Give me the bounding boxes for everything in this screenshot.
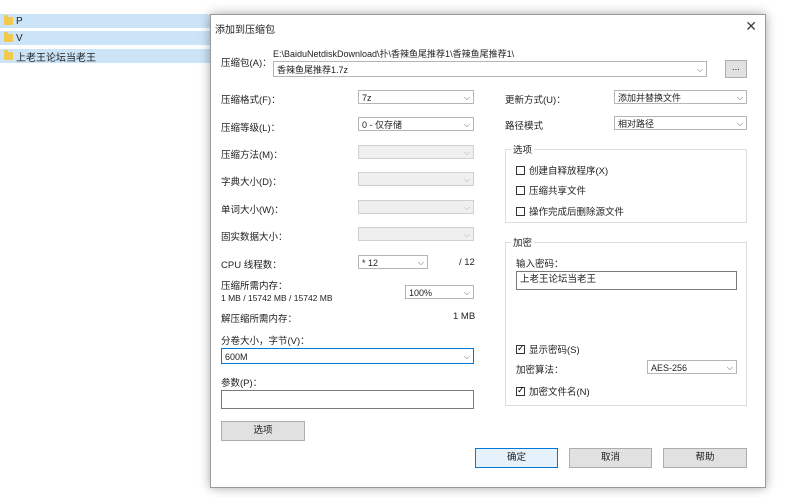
- method-select[interactable]: ⌵: [358, 145, 474, 159]
- encrypt-names-checkbox[interactable]: 加密文件名(N): [516, 384, 590, 398]
- delete-after-label: 操作完成后删除源文件: [529, 207, 625, 218]
- list-item-name: 上老王论坛当老王: [16, 52, 96, 64]
- chevron-down-icon: ⌵: [736, 93, 743, 102]
- mem-decomp-value: 1 MB: [453, 311, 476, 322]
- split-size-combo[interactable]: 600M ⌵: [221, 348, 474, 364]
- chevron-down-icon: ⌵: [463, 203, 470, 212]
- update-select[interactable]: 添加并替换文件 ⌵: [614, 90, 747, 104]
- close-icon[interactable]: ✕: [745, 18, 757, 35]
- folder-icon: [4, 50, 13, 60]
- archive-label: 压缩包(A)：: [221, 58, 272, 69]
- cpu-select[interactable]: * 12 ⌵: [358, 255, 428, 269]
- chevron-down-icon: ⌵: [696, 65, 703, 74]
- chevron-down-icon: ⌵: [463, 352, 470, 361]
- update-label: 更新方式(U)：: [505, 95, 566, 106]
- password-label: 输入密码：: [516, 259, 564, 270]
- checkbox-box: [516, 185, 525, 195]
- cancel-button[interactable]: 取消: [569, 448, 652, 468]
- shared-checkbox[interactable]: 压缩共享文件: [516, 183, 586, 197]
- encrypt-method-select[interactable]: AES-256 ⌵: [647, 360, 737, 374]
- ok-button[interactable]: 确定: [475, 448, 558, 468]
- mem-decomp-label: 解压缩所需内存：: [221, 314, 298, 325]
- shared-label: 压缩共享文件: [529, 186, 587, 197]
- update-value: 添加并替换文件: [618, 93, 682, 103]
- cpu-max: / 12: [459, 257, 475, 268]
- checkbox-box: [516, 343, 525, 354]
- show-password-checkbox[interactable]: 显示密码(S): [516, 342, 580, 356]
- pathmode-select[interactable]: 相对路径 ⌵: [614, 116, 747, 130]
- mem-usage-select[interactable]: 100% ⌵: [405, 285, 474, 299]
- list-item-name: P: [16, 15, 23, 27]
- chevron-down-icon: ⌵: [463, 288, 470, 297]
- checkbox-box: [516, 206, 525, 216]
- checkbox-box: [516, 165, 525, 175]
- chevron-down-icon: ⌵: [736, 119, 743, 128]
- show-password-label: 显示密码(S): [529, 345, 580, 356]
- help-button[interactable]: 帮助: [663, 448, 747, 468]
- pathmode-value: 相对路径: [618, 119, 655, 129]
- method-label: 压缩方法(M)：: [221, 150, 283, 161]
- params-label: 参数(P)：: [221, 378, 263, 389]
- folder-icon: [4, 15, 13, 25]
- encrypt-method-value: AES-256: [651, 363, 688, 373]
- checkbox-box: [516, 385, 525, 396]
- sfx-label: 创建自释放程序(X): [529, 166, 609, 177]
- sfx-checkbox[interactable]: 创建自释放程序(X): [516, 163, 608, 177]
- options-group-title: 选项: [511, 142, 535, 156]
- params-input[interactable]: [221, 390, 474, 409]
- dialog-title: 添加到压缩包: [215, 25, 275, 36]
- archive-name-value: 香辣鱼尾推荐1.7z: [277, 65, 349, 75]
- mem-comp-label: 压缩所需内存：: [221, 281, 288, 292]
- pathmode-label: 路径模式: [505, 121, 544, 132]
- chevron-down-icon: ⌵: [463, 148, 470, 157]
- word-select[interactable]: ⌵: [358, 200, 474, 214]
- chevron-down-icon: ⌵: [417, 258, 424, 267]
- solid-label: 固实数据大小：: [221, 232, 288, 243]
- chevron-down-icon: ⌵: [463, 230, 470, 239]
- solid-select[interactable]: ⌵: [358, 227, 474, 241]
- word-label: 单词大小(W)：: [221, 205, 284, 216]
- level-value: 0 - 仅存储: [362, 120, 403, 130]
- dict-label: 字典大小(D)：: [221, 177, 282, 188]
- encrypt-names-label: 加密文件名(N): [529, 387, 590, 398]
- password-input[interactable]: 上老王论坛当老王: [516, 271, 737, 290]
- chevron-down-icon: ⌵: [726, 363, 733, 372]
- chevron-down-icon: ⌵: [463, 93, 470, 102]
- dict-select[interactable]: ⌵: [358, 172, 474, 186]
- archive-name-combo[interactable]: 香辣鱼尾推荐1.7z ⌵: [273, 61, 707, 77]
- format-value: 7z: [362, 93, 372, 103]
- format-label: 压缩格式(F)：: [221, 95, 281, 106]
- format-select[interactable]: 7z ⌵: [358, 90, 474, 104]
- options-button[interactable]: 选项: [221, 421, 305, 441]
- delete-after-checkbox[interactable]: 操作完成后删除源文件: [516, 204, 624, 218]
- split-size-value: 600M: [225, 352, 248, 362]
- cpu-value: * 12: [362, 258, 379, 268]
- mem-comp-detail: 1 MB / 15742 MB / 15742 MB: [221, 293, 333, 303]
- level-select[interactable]: 0 - 仅存储 ⌵: [358, 117, 474, 131]
- add-to-archive-dialog: 添加到压缩包 ✕ 压缩包(A)： E:\BaiduNetdiskDownload…: [210, 14, 766, 488]
- archive-path: E:\BaiduNetdiskDownload\扑\香辣鱼尾推荐1\香辣鱼尾推荐…: [273, 49, 515, 59]
- encrypt-method-label: 加密算法：: [516, 365, 564, 376]
- split-label: 分卷大小，字节(V)：: [221, 336, 310, 347]
- chevron-down-icon: ⌵: [463, 120, 470, 129]
- browse-button[interactable]: ...: [725, 60, 747, 78]
- level-label: 压缩等级(L)：: [221, 123, 281, 134]
- folder-icon: [4, 32, 13, 42]
- cpu-label: CPU 线程数：: [221, 260, 282, 271]
- encryption-group-title: 加密: [511, 235, 535, 249]
- list-item-name: V: [16, 32, 23, 44]
- chevron-down-icon: ⌵: [463, 175, 470, 184]
- mem-usage-value: 100%: [409, 288, 433, 298]
